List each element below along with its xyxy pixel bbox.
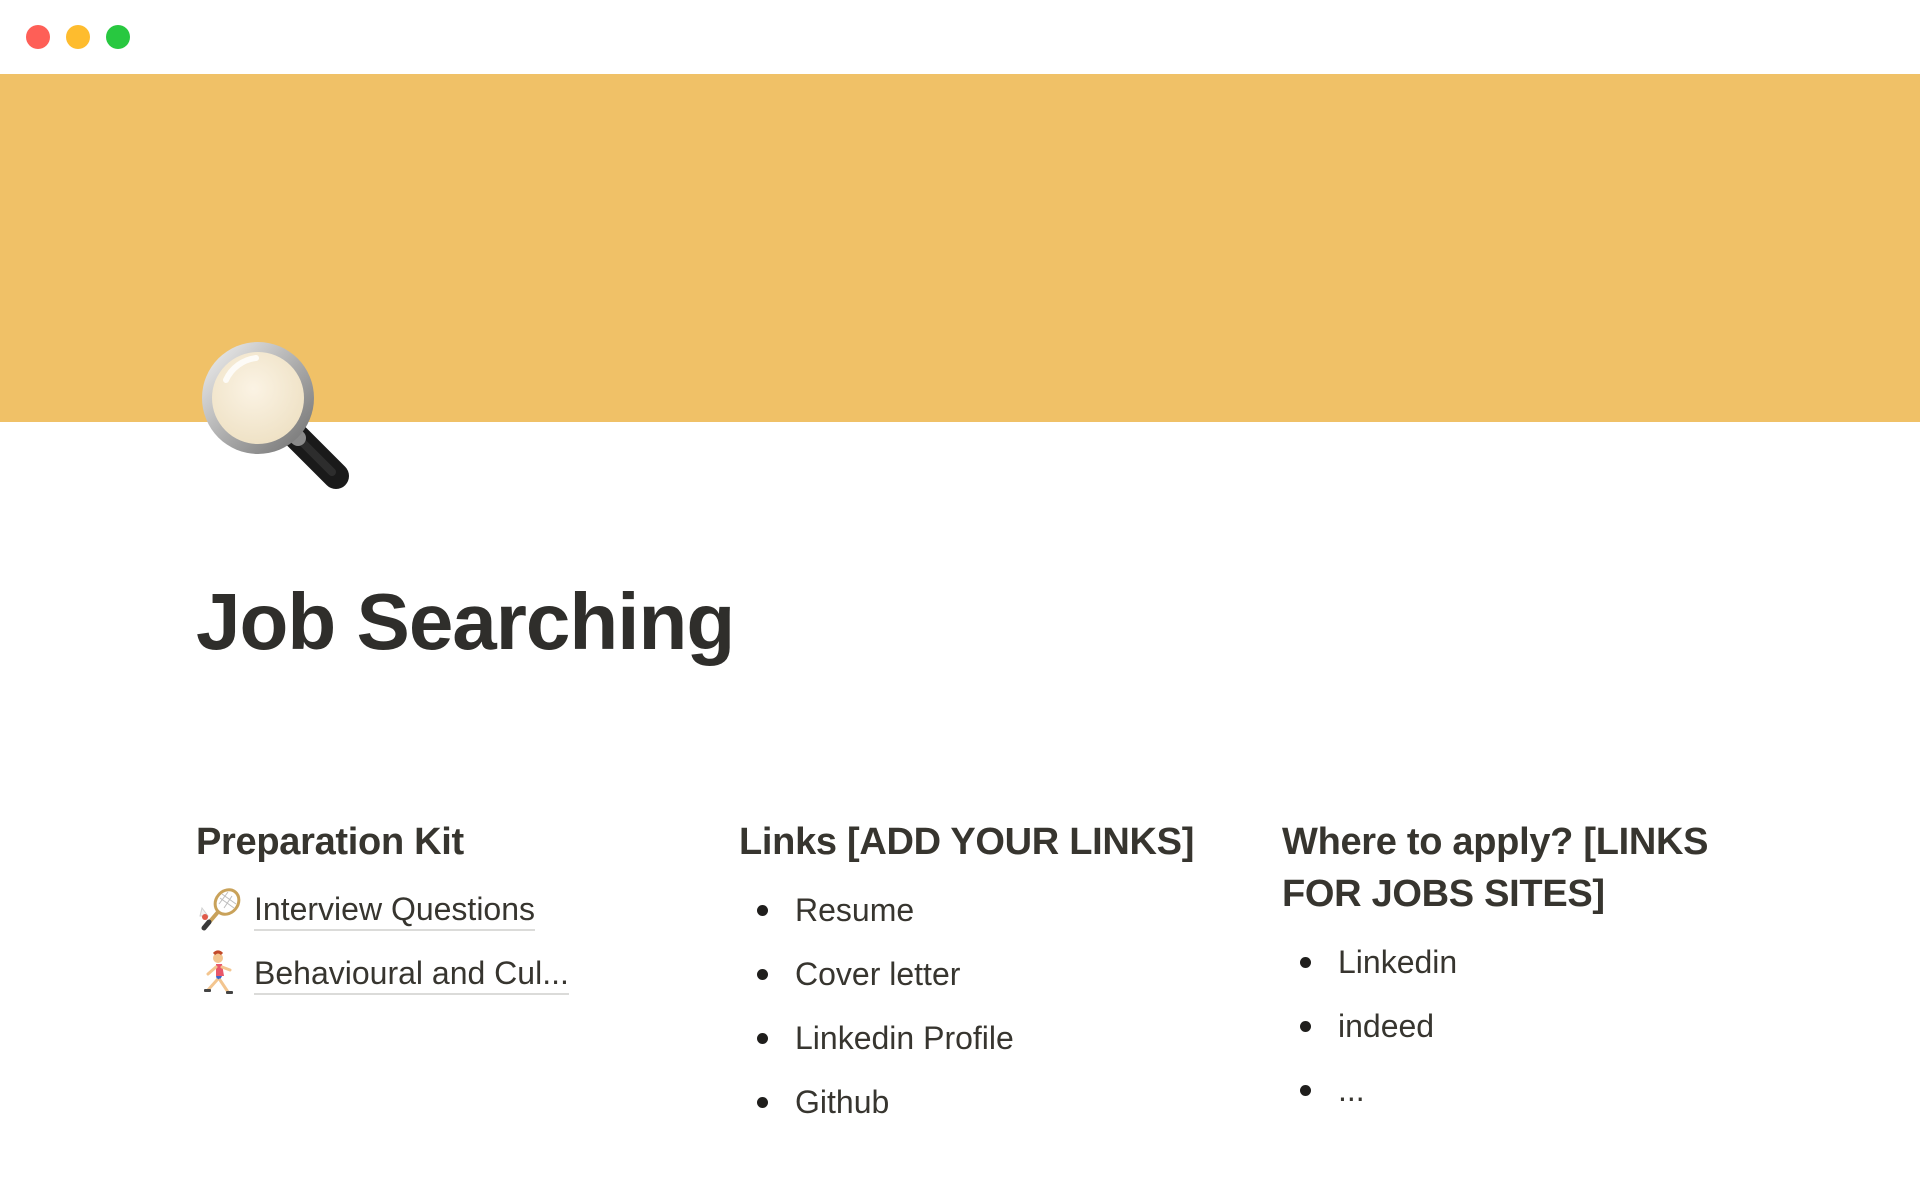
list-item-text: Github — [795, 1084, 890, 1120]
bullet-icon — [757, 1033, 768, 1044]
links-heading[interactable]: Links [ADD YOUR LINKS] — [739, 816, 1199, 868]
bullet-icon — [757, 1097, 768, 1108]
list-item-text: Cover letter — [795, 956, 961, 992]
list-item-text: Linkedin Profile — [795, 1020, 1014, 1056]
links-column: Links [ADD YOUR LINKS] Resume Cover lett… — [739, 816, 1199, 1134]
title-bar — [0, 0, 1920, 74]
bullet-icon — [1300, 1085, 1311, 1096]
list-item[interactable]: Github — [739, 1070, 1199, 1134]
list-item[interactable]: Resume — [739, 878, 1199, 942]
bullet-icon — [757, 905, 768, 916]
where-to-apply-heading[interactable]: Where to apply? [LINKS FOR JOBS SITES] — [1282, 816, 1742, 920]
badminton-racket-icon — [196, 886, 244, 934]
app-window: Job Searching Preparation Kit Interview … — [0, 0, 1920, 1200]
behavioural-and-cul-link[interactable]: Behavioural and Cul... — [196, 942, 656, 1006]
list-item-text: ... — [1338, 1072, 1365, 1108]
list-item[interactable]: Cover letter — [739, 942, 1199, 1006]
list-item[interactable]: indeed — [1282, 994, 1742, 1058]
preparation-kit-heading[interactable]: Preparation Kit — [196, 816, 656, 868]
magnifying-glass-icon[interactable] — [196, 336, 356, 496]
list-item[interactable]: ... — [1282, 1058, 1742, 1122]
behavioural-and-cul-label: Behavioural and Cul... — [254, 953, 569, 995]
links-list: Resume Cover letter Linkedin Profile Git… — [739, 878, 1199, 1134]
list-item-text: indeed — [1338, 1008, 1435, 1044]
list-item[interactable]: Linkedin — [1282, 930, 1742, 994]
where-to-apply-column: Where to apply? [LINKS FOR JOBS SITES] L… — [1282, 816, 1742, 1122]
apply-list: Linkedin indeed ... — [1282, 930, 1742, 1122]
bullet-icon — [1300, 1021, 1311, 1032]
runner-icon — [196, 950, 244, 998]
preparation-kit-column: Preparation Kit Interview Questions Beha… — [196, 816, 656, 1006]
minimize-window-button[interactable] — [66, 25, 90, 49]
maximize-window-button[interactable] — [106, 25, 130, 49]
list-item-text: Linkedin — [1338, 944, 1458, 980]
bullet-icon — [1300, 957, 1311, 968]
page-title[interactable]: Job Searching — [196, 572, 735, 672]
interview-questions-label: Interview Questions — [254, 889, 536, 931]
list-item[interactable]: Linkedin Profile — [739, 1006, 1199, 1070]
bullet-icon — [757, 969, 768, 980]
interview-questions-link[interactable]: Interview Questions — [196, 878, 656, 942]
close-window-button[interactable] — [26, 25, 50, 49]
list-item-text: Resume — [795, 892, 915, 928]
